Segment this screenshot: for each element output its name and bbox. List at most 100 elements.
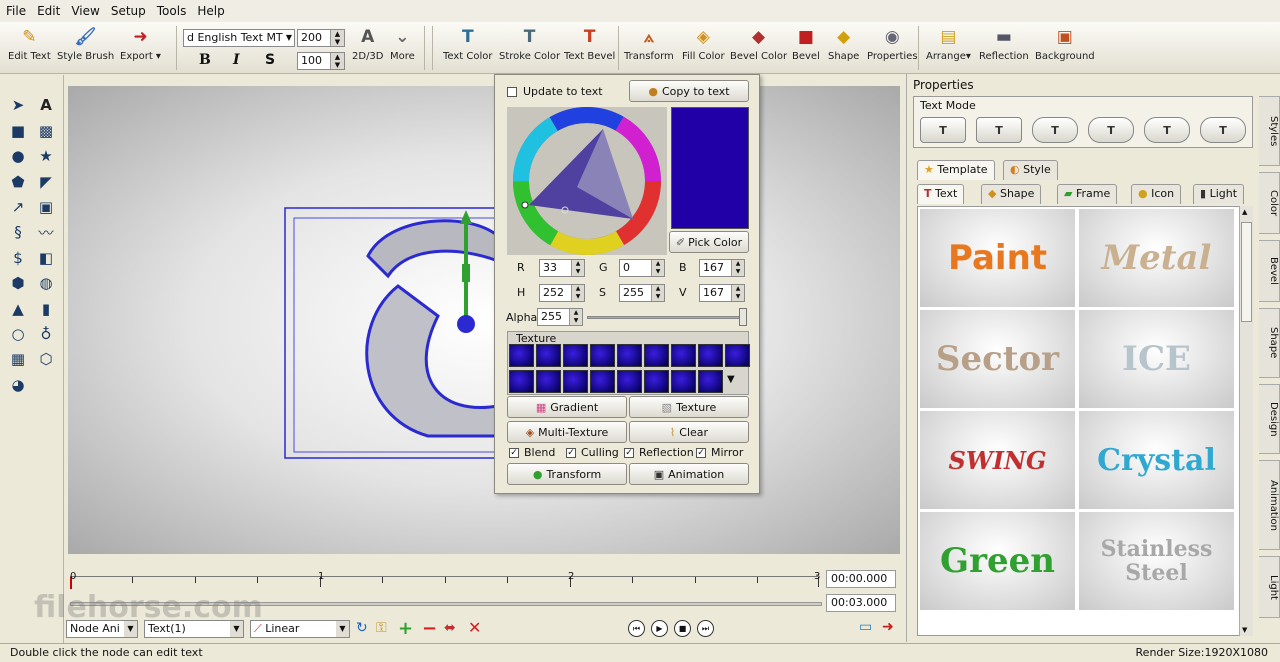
reflection-checkbox[interactable]: ✓ [624, 448, 634, 458]
text-tool-icon[interactable]: A [36, 95, 56, 115]
menu-file[interactable]: File [6, 4, 26, 18]
keyframe-icon[interactable]: ⬌ [444, 620, 456, 636]
mirror-checkbox[interactable]: ✓ [696, 448, 706, 458]
template-metal[interactable]: Metal [1079, 209, 1234, 307]
font-selector[interactable]: d English Text MT ▼ [183, 29, 295, 47]
texture-swatch[interactable] [509, 344, 534, 367]
add-icon[interactable]: + [398, 618, 413, 639]
select-arrow-icon[interactable]: ➤ [8, 95, 28, 115]
spin-icon[interactable]: ▲ ▼ [651, 285, 664, 301]
scroll-up-icon[interactable]: ▲ [1242, 208, 1247, 216]
text-color-button[interactable]: T Text Color [443, 26, 493, 62]
texture-swatch[interactable] [698, 370, 723, 393]
stroke-color-button[interactable]: T Stroke Color [499, 26, 560, 62]
globe-icon[interactable]: ◕ [8, 375, 28, 395]
transform-popup-button[interactable]: ● Transform [507, 463, 627, 485]
side-tab-light[interactable]: Light [1259, 556, 1280, 618]
cylinder-icon[interactable]: ⬢ [8, 273, 28, 293]
texture-swatch[interactable] [671, 344, 696, 367]
s-badge-icon[interactable]: $ [8, 248, 28, 268]
tab-template[interactable]: ★ Template [917, 160, 995, 180]
texture-swatch[interactable] [590, 344, 615, 367]
arrow-icon[interactable]: ↗ [8, 197, 28, 217]
tab-style[interactable]: ◐ Style [1003, 160, 1058, 180]
texture-swatch[interactable] [563, 344, 588, 367]
gallery-scrollbar[interactable]: ▲ ▼ [1239, 206, 1253, 636]
stop-icon[interactable]: ■ [674, 620, 691, 637]
menu-edit[interactable]: Edit [37, 4, 60, 18]
text-mode-emboss-button[interactable]: T [1144, 117, 1190, 143]
blend-checkbox[interactable]: ✓ [509, 448, 519, 458]
spin-icon[interactable]: ▲ ▼ [731, 285, 744, 301]
spin-icon[interactable]: ▲ ▼ [330, 30, 344, 46]
key-icon[interactable]: ⚿ [376, 620, 387, 636]
model-icon[interactable]: ⬡ [36, 349, 56, 369]
delete-icon[interactable]: ✕ [468, 618, 481, 637]
template-crystal[interactable]: Crystal [1079, 411, 1234, 509]
blue-field[interactable]: 167 ▲ ▼ [699, 259, 745, 277]
cube-icon[interactable]: ◧ [36, 248, 56, 268]
subtab-icon[interactable]: ● Icon [1131, 184, 1182, 204]
sphere-icon[interactable]: ◍ [36, 273, 56, 293]
reflection-button[interactable]: ▬ Reflection [979, 26, 1029, 62]
green-field[interactable]: 0 ▲ ▼ [619, 259, 665, 277]
multi-texture-button[interactable]: ◈ Multi-Texture [507, 421, 627, 443]
torus-icon[interactable]: ○ [8, 324, 28, 344]
scroll-down-icon[interactable]: ▼ [1242, 626, 1247, 634]
copy-to-text-button[interactable]: ● Copy to text [629, 80, 749, 102]
background-button[interactable]: ▣ Background [1035, 26, 1095, 62]
subtab-frame[interactable]: ▰ Frame [1057, 184, 1118, 204]
more-button[interactable]: ⌄ More [390, 26, 415, 62]
texture-swatch[interactable] [536, 344, 561, 367]
gizmo-handle[interactable] [462, 264, 470, 282]
path-icon[interactable]: 〰 [36, 222, 56, 242]
side-tab-styles[interactable]: Styles [1259, 96, 1280, 166]
pick-color-button[interactable]: ✐ Pick Color [669, 231, 749, 253]
depth-field[interactable]: 100 ▲ ▼ [297, 52, 345, 70]
texture-swatch[interactable] [644, 344, 669, 367]
alpha-slider[interactable] [587, 316, 747, 319]
template-sector[interactable]: Sector [920, 310, 1075, 408]
side-tab-bevel[interactable]: Bevel [1259, 240, 1280, 302]
style-brush-button[interactable]: 🖌 Style Brush [57, 26, 114, 62]
scroll-thumb[interactable] [1241, 222, 1252, 322]
gizmo-center[interactable] [457, 315, 475, 333]
texture-swatch[interactable] [617, 370, 642, 393]
y-axis-arrow-icon[interactable] [460, 210, 472, 224]
arrange-button[interactable]: ▤ Arrange▾ [926, 26, 971, 62]
texture-swatch[interactable] [590, 370, 615, 393]
star-icon[interactable]: ★ [36, 146, 56, 166]
text-bevel-button[interactable]: T Text Bevel [564, 26, 615, 62]
animation-popup-button[interactable]: ▣ Animation [629, 463, 749, 485]
update-to-text-checkbox[interactable] [507, 87, 517, 97]
play-icon[interactable]: ▶ [651, 620, 668, 637]
forward-icon[interactable]: ⏭ [697, 620, 714, 637]
s-shape-icon[interactable]: § [8, 222, 28, 242]
italic-button[interactable]: I [233, 52, 240, 68]
texture-swatch[interactable] [644, 370, 669, 393]
spin-icon[interactable]: ▲ ▼ [569, 309, 582, 325]
text-box-icon[interactable]: ▣ [36, 197, 56, 217]
texture-swatch[interactable] [671, 370, 696, 393]
subtab-light[interactable]: ▮ Light [1193, 184, 1245, 204]
circle-icon[interactable]: ● [8, 146, 28, 166]
side-tab-design[interactable]: Design [1259, 384, 1280, 454]
interpolation-combo[interactable]: ⟋ Linear ▼ [250, 620, 350, 638]
properties-button[interactable]: ◉ Properties [867, 26, 918, 62]
texture-swatch[interactable] [725, 344, 750, 367]
spin-icon[interactable]: ▲ ▼ [571, 285, 584, 301]
current-time-field[interactable]: 00:00.000 [826, 570, 896, 588]
texture-swatch[interactable] [698, 344, 723, 367]
saturation-field[interactable]: 255 ▲ ▼ [619, 284, 665, 302]
rectangle-icon[interactable]: ■ [8, 121, 28, 141]
spin-icon[interactable]: ▲ ▼ [651, 260, 664, 276]
template-swing[interactable]: SWING [920, 411, 1075, 509]
text-mode-extrude-button[interactable]: T [976, 117, 1022, 143]
text-mode-ring-button[interactable]: T [1200, 117, 1246, 143]
cone-icon[interactable]: ▲ [8, 299, 28, 319]
side-tab-animation[interactable]: Animation [1259, 460, 1280, 550]
menu-view[interactable]: View [71, 4, 99, 18]
bevel-color-button[interactable]: ◆ Bevel Color [730, 26, 787, 62]
value-field[interactable]: 167 ▲ ▼ [699, 284, 745, 302]
object-combo[interactable]: Text(1) ▼ [144, 620, 244, 638]
